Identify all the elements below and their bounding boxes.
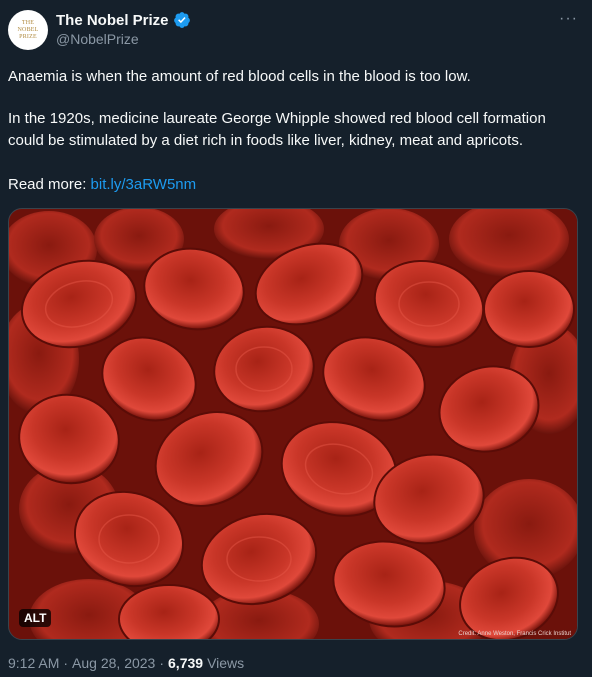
tweet-time[interactable]: 9:12 AM [8, 655, 59, 671]
tweet-image[interactable]: ALT Credit: Anne Weston, Francis Crick I… [8, 208, 578, 640]
meta-separator: · [63, 655, 69, 671]
read-more-line: Read more: bit.ly/3aRW5nm [8, 174, 196, 196]
more-options-icon[interactable]: ··· [559, 10, 578, 28]
image-credit: Credit: Anne Weston, Francis Crick Insti… [458, 631, 571, 637]
read-more-label: Read more: [8, 176, 87, 193]
read-more-link[interactable]: bit.ly/3aRW5nm [91, 176, 197, 193]
verified-badge-icon [173, 12, 190, 28]
name-row: The Nobel Prize [56, 11, 191, 29]
tweet-meta: 9:12 AM · Aug 28, 2023 · 6,739 Views [8, 655, 244, 671]
display-name[interactable]: The Nobel Prize [56, 12, 169, 29]
views-count: 6,739 [168, 655, 204, 671]
tweet-header: THE NOBEL PRIZE The Nobel Prize @NobelPr… [8, 10, 584, 50]
avatar-line: THE [21, 19, 35, 26]
tweet-paragraph: In the 1920s, medicine laureate George W… [8, 110, 546, 149]
handle[interactable]: @NobelPrize [56, 31, 139, 47]
avatar-line: NOBEL [17, 26, 39, 33]
avatar[interactable]: THE NOBEL PRIZE [8, 10, 48, 50]
red-blood-cells-image [9, 209, 577, 639]
views-label: Views [207, 655, 245, 671]
alt-text-badge[interactable]: ALT [19, 609, 52, 627]
avatar-line: PRIZE [19, 33, 37, 40]
tweet[interactable]: THE NOBEL PRIZE The Nobel Prize @NobelPr… [0, 0, 592, 677]
tweet-date[interactable]: Aug 28, 2023 [72, 655, 155, 671]
tweet-paragraph: Anaemia is when the amount of red blood … [8, 68, 471, 85]
meta-separator: · [159, 655, 165, 671]
